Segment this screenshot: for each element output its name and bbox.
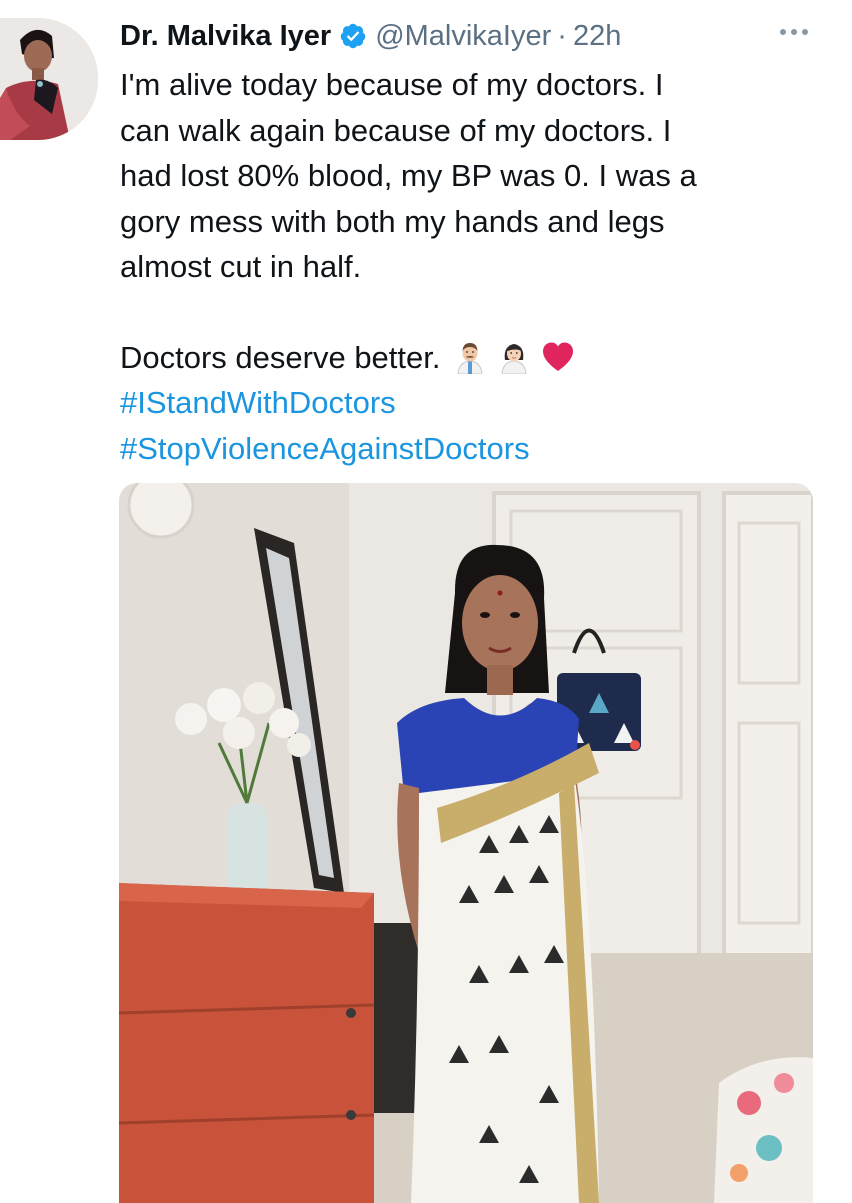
- man-health-worker-emoji: [456, 342, 483, 374]
- media-photo: [119, 483, 813, 1203]
- tweet-media-image[interactable]: [119, 483, 813, 1203]
- closing-text: Doctors deserve better.: [120, 339, 441, 375]
- emoji-group: [453, 340, 575, 374]
- tweet-text-line: can walk again because of my doctors. I: [120, 112, 672, 148]
- tweet-header: Dr. Malvika Iyer @MalvikaIyer · 22h: [120, 14, 621, 58]
- tweet-text-line: gory mess with both my hands and legs: [120, 203, 665, 239]
- verified-badge-icon: [340, 23, 366, 49]
- red-heart-emoji: [542, 342, 573, 371]
- separator-dot: ·: [557, 19, 567, 52]
- closing-line: Doctors deserve better.: [120, 335, 820, 381]
- woman-health-worker-emoji: [500, 343, 527, 374]
- more-dot: [802, 29, 808, 35]
- more-options-icon[interactable]: [776, 20, 812, 44]
- tweet-timestamp[interactable]: 22h: [573, 20, 621, 53]
- tweet-text-line: I'm alive today because of my doctors. I: [120, 67, 664, 102]
- author-handle[interactable]: @MalvikaIyer: [375, 20, 551, 53]
- more-dot: [791, 29, 797, 35]
- avatar-photo: [0, 18, 98, 140]
- more-dot: [780, 29, 786, 35]
- tweet-text-line: almost cut in half.: [120, 249, 362, 284]
- hashtag-link[interactable]: #IStandWithDoctors: [120, 380, 820, 426]
- hashtag-link[interactable]: #StopViolenceAgainstDoctors: [120, 426, 820, 472]
- tweet-text: I'm alive today because of my doctors. I…: [120, 62, 820, 471]
- avatar[interactable]: [0, 18, 98, 140]
- tweet-text-line: had lost 80% blood, my BP was 0. I was a: [120, 158, 697, 193]
- author-name[interactable]: Dr. Malvika Iyer: [120, 20, 331, 53]
